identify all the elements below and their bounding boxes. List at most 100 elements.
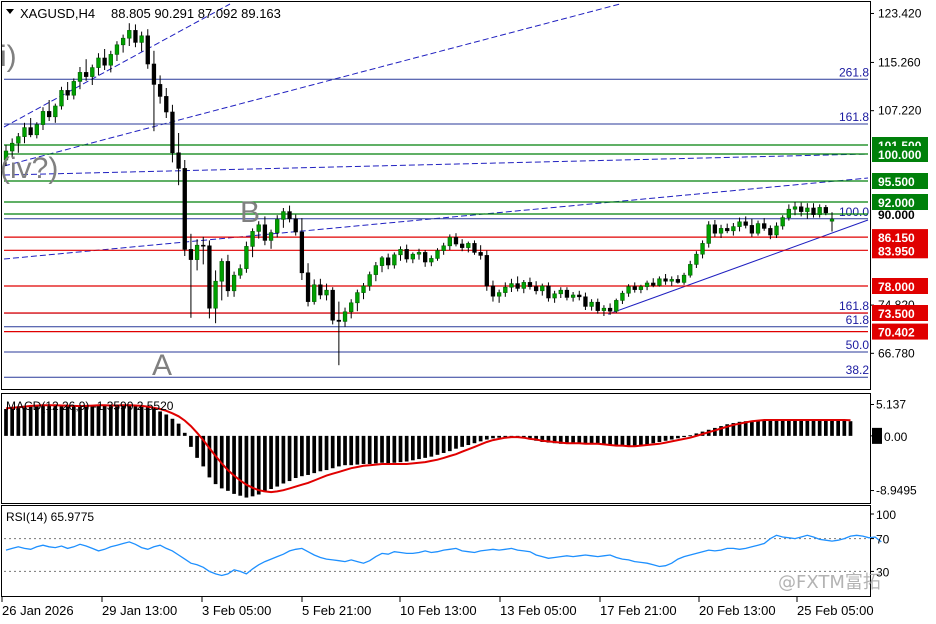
- candle-body: [355, 292, 360, 304]
- candle-body: [441, 245, 446, 251]
- candle-body: [694, 253, 699, 265]
- macd-histogram-bar: [355, 435, 360, 465]
- macd-histogram-bar: [182, 432, 187, 436]
- macd-histogram-bar: [466, 435, 471, 446]
- candle-body: [59, 90, 64, 107]
- candle-body: [108, 54, 113, 66]
- macd-histogram-bar: [484, 435, 489, 440]
- candle-body: [207, 245, 212, 309]
- fib-level-label: 161.8: [839, 299, 869, 313]
- rsi-tick-label: 70: [876, 533, 890, 547]
- candle-body: [755, 223, 761, 234]
- candle-body: [540, 285, 545, 292]
- candle-body: [10, 142, 15, 152]
- candle-body: [496, 292, 502, 297]
- fib-level-label: 100.0: [839, 205, 869, 219]
- macd-histogram-bar: [176, 423, 181, 436]
- fib-level-label: 61.8: [846, 313, 870, 327]
- macd-histogram-bar: [170, 418, 175, 436]
- rsi-tick-label: 100: [876, 508, 896, 522]
- macd-histogram-bar: [318, 435, 323, 472]
- candle-body: [792, 206, 798, 210]
- macd-tick-label: 5.137: [876, 397, 906, 411]
- candle-body: [342, 311, 348, 322]
- candle-body: [71, 81, 76, 96]
- candle-body: [40, 111, 46, 125]
- macd-histogram-bar: [657, 435, 662, 442]
- candle-body: [805, 207, 810, 212]
- macd-histogram-bar: [189, 435, 193, 447]
- candle-body: [96, 57, 101, 68]
- candle-body: [127, 30, 132, 39]
- macd-histogram-bar: [306, 435, 310, 475]
- candle-body: [219, 261, 224, 282]
- candle-body: [811, 207, 816, 215]
- wave-label: B: [240, 196, 260, 229]
- candle-body: [669, 279, 674, 282]
- macd-histogram-bar: [300, 435, 304, 477]
- time-label: 10 Feb 13:00: [400, 603, 477, 618]
- candle-body: [133, 30, 138, 43]
- candle-body: [65, 90, 70, 96]
- candle-body: [577, 294, 582, 298]
- macd-histogram-bar: [577, 435, 582, 444]
- candle-body: [527, 282, 533, 287]
- price-tick-label: 115.260: [878, 55, 921, 69]
- macd-histogram-bar: [632, 435, 637, 446]
- macd-histogram-bar: [386, 435, 391, 464]
- macd-histogram-bar: [756, 419, 760, 436]
- time-label: 3 Feb 05:00: [202, 603, 271, 618]
- macd-histogram-bar: [380, 435, 384, 463]
- candle-body: [16, 136, 21, 144]
- candle-body: [712, 224, 718, 234]
- macd-histogram-bar: [330, 435, 335, 469]
- candle-body: [416, 252, 422, 255]
- time-label: 26 Jan 2026: [2, 603, 74, 618]
- macd-histogram-bar: [447, 435, 452, 452]
- macd-histogram-bar: [608, 435, 612, 446]
- candle-body: [570, 294, 576, 298]
- candle-body: [644, 282, 650, 287]
- watermark: @FXTM富拓: [778, 572, 881, 593]
- candle-body: [305, 272, 311, 302]
- macd-histogram-bar: [750, 420, 754, 436]
- candle-body: [472, 243, 477, 253]
- candle-body: [28, 127, 33, 136]
- candle-body: [743, 221, 748, 226]
- candle-body: [53, 105, 58, 118]
- candle-body: [774, 225, 779, 236]
- macd-histogram-bar: [682, 435, 686, 438]
- candle-body: [324, 289, 329, 296]
- macd-histogram-bar: [472, 435, 477, 444]
- candle-body: [90, 67, 95, 77]
- candle-body: [620, 292, 625, 301]
- macd-histogram-bar: [762, 419, 767, 436]
- candle-body: [589, 301, 594, 307]
- candle-body: [46, 111, 52, 118]
- candle-body: [398, 249, 403, 256]
- macd-histogram-bar: [263, 435, 267, 493]
- candle-body: [170, 111, 175, 154]
- macd-histogram-bar: [287, 435, 292, 482]
- time-label: 29 Jan 13:00: [102, 603, 177, 618]
- candle-body: [77, 72, 83, 82]
- macd-zero-marker: [872, 427, 882, 444]
- candle-body: [188, 249, 194, 260]
- candle-body: [312, 284, 317, 302]
- macd-histogram-bar: [780, 419, 785, 436]
- candle-body: [453, 237, 459, 245]
- macd-histogram-bar: [244, 435, 249, 498]
- candle-body: [139, 35, 144, 43]
- candle-body: [700, 243, 705, 255]
- macd-histogram-bar: [454, 435, 458, 449]
- wave-label: i): [0, 40, 17, 73]
- macd-histogram-bar: [164, 414, 169, 436]
- macd-histogram-bar: [602, 435, 606, 445]
- candle-body: [478, 252, 483, 256]
- level-label: 73.500: [878, 307, 915, 321]
- candle-body: [349, 302, 354, 313]
- candle-body: [361, 285, 366, 293]
- candle-body: [657, 278, 662, 286]
- macd-histogram-bar: [614, 435, 619, 446]
- candle-body: [213, 280, 218, 309]
